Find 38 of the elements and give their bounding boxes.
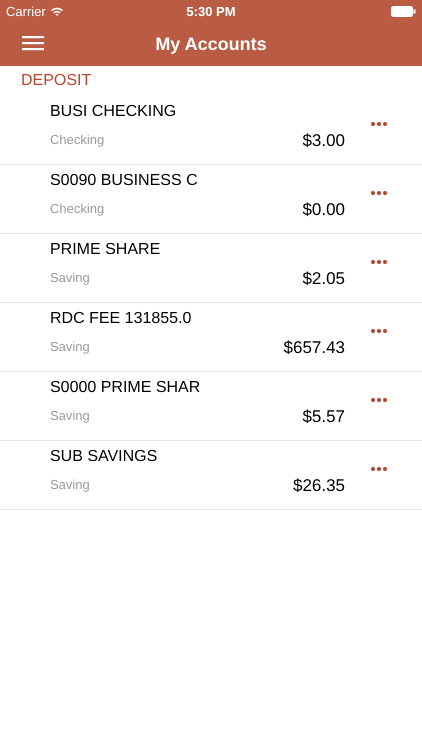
account-name: S0090 BUSINESS C xyxy=(50,172,198,190)
account-balance: $5.57 xyxy=(302,407,345,427)
more-icon xyxy=(371,122,387,126)
account-name: RDC FEE 131855.0 xyxy=(50,310,192,328)
account-name: PRIME SHARE xyxy=(50,241,160,259)
account-name: S0000 PRIME SHAR xyxy=(50,379,200,397)
account-balance: $3.00 xyxy=(302,131,345,151)
account-row[interactable]: RDC FEE 131855.0 Saving $657.43 xyxy=(0,303,422,372)
account-type: Checking xyxy=(50,132,104,147)
carrier-label: Carrier xyxy=(6,4,46,18)
section-header: DEPOSIT xyxy=(21,72,92,90)
status-time: 5:30 PM xyxy=(186,4,236,18)
more-icon xyxy=(371,398,387,402)
account-name: SUB SAVINGS xyxy=(50,448,158,466)
battery-icon xyxy=(391,6,416,16)
menu-icon xyxy=(22,35,44,51)
account-type: Saving xyxy=(50,270,90,285)
more-icon xyxy=(371,467,387,471)
account-row[interactable]: BUSI CHECKING Checking $3.00 xyxy=(0,96,422,165)
more-icon xyxy=(371,191,387,195)
more-icon xyxy=(371,260,387,264)
account-balance: $657.43 xyxy=(284,338,345,358)
account-row[interactable]: S0000 PRIME SHAR Saving $5.57 xyxy=(0,372,422,441)
account-balance: $0.00 xyxy=(302,200,345,220)
account-type: Saving xyxy=(50,408,90,423)
wifi-icon xyxy=(50,6,64,16)
account-row[interactable]: S0090 BUSINESS C Checking $0.00 xyxy=(0,165,422,234)
more-icon xyxy=(371,329,387,333)
account-balance: $2.05 xyxy=(302,269,345,289)
account-balance: $26.35 xyxy=(293,476,345,496)
account-row[interactable]: PRIME SHARE Saving $2.05 xyxy=(0,234,422,303)
menu-button[interactable] xyxy=(22,35,44,51)
account-type: Checking xyxy=(50,201,104,216)
account-type: Saving xyxy=(50,477,90,492)
account-type: Saving xyxy=(50,339,90,354)
page-title: My Accounts xyxy=(155,34,267,54)
account-name: BUSI CHECKING xyxy=(50,103,176,121)
account-row[interactable]: SUB SAVINGS Saving $26.35 xyxy=(0,441,422,510)
